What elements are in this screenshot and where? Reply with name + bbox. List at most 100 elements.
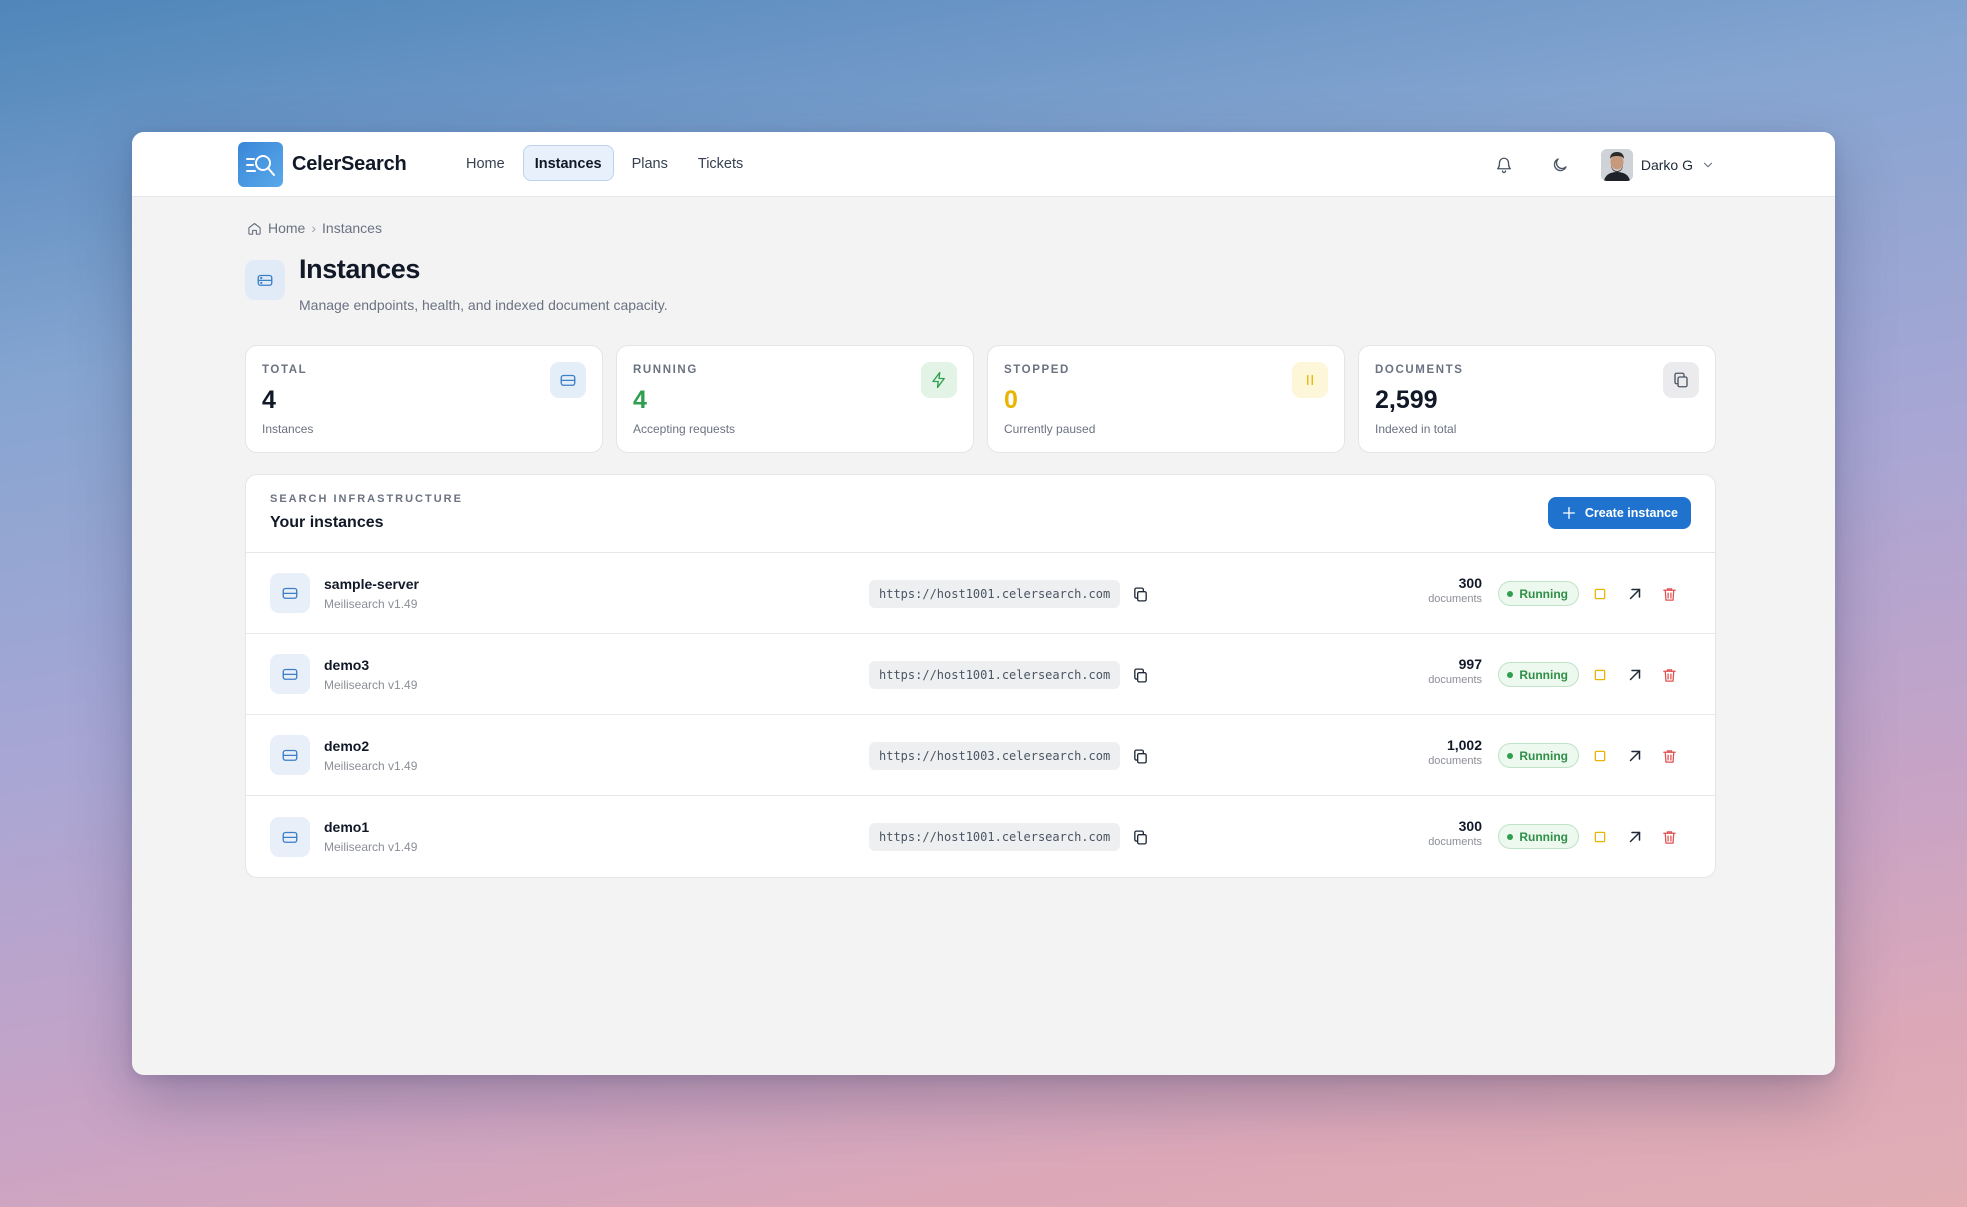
server-icon	[270, 654, 310, 694]
instances-card-header: SEARCH INFRASTRUCTURE Your instances Cre…	[246, 475, 1715, 553]
page-header: Instances Manage endpoints, health, and …	[245, 254, 1716, 313]
theme-moon-icon[interactable]	[1541, 146, 1579, 184]
stat-card-documents: DOCUMENTS 2,599 Indexed in total	[1358, 345, 1716, 453]
main-content: Home › Instances Instances Manage endpoi…	[245, 220, 1716, 878]
stats-row: TOTAL 4 Instances RUNNING 4 Accepting re…	[245, 345, 1716, 453]
nav-item-instances[interactable]: Instances	[522, 145, 614, 181]
brand[interactable]: CelerSearch	[238, 142, 407, 187]
status-label: Running	[1519, 667, 1568, 682]
card-eyebrow: SEARCH INFRASTRUCTURE	[270, 493, 463, 505]
stat-subtext: Accepting requests	[633, 422, 736, 436]
breadcrumb-separator-icon: ›	[311, 220, 317, 236]
brand-name: CelerSearch	[292, 153, 407, 175]
trash-icon[interactable]	[1658, 583, 1680, 605]
status-dot-icon	[1507, 590, 1514, 597]
status-dot-icon	[1507, 671, 1514, 678]
stop-icon[interactable]	[1589, 745, 1611, 767]
copy-endpoint-icon[interactable]	[1128, 744, 1152, 768]
create-instance-label: Create instance	[1584, 506, 1678, 520]
stat-subtext: Indexed in total	[1375, 422, 1457, 436]
stat-value: 2,599	[1375, 386, 1438, 414]
top-navbar: CelerSearch Home Instances Plans Tickets	[132, 132, 1835, 197]
document-count-value: 300	[1458, 575, 1482, 591]
open-external-arrow-icon[interactable]	[1624, 826, 1646, 848]
user-menu[interactable]: Darko G	[1600, 149, 1715, 181]
header-actions: Darko G	[1485, 146, 1715, 184]
stat-subtext: Instances	[262, 422, 314, 436]
nav-item-home[interactable]: Home	[454, 145, 517, 181]
document-count: 1,002 documents	[1428, 737, 1482, 767]
document-count-label: documents	[1428, 593, 1482, 605]
instance-row: demo3 Meilisearch v1.49 https://host1001…	[246, 634, 1715, 715]
status-label: Running	[1519, 748, 1568, 763]
instance-version: Meilisearch v1.49	[324, 678, 418, 692]
stat-label: TOTAL	[262, 364, 308, 376]
stat-label: STOPPED	[1004, 364, 1070, 376]
instance-endpoint[interactable]: https://host1001.celersearch.com	[869, 661, 1120, 689]
instance-endpoint[interactable]: https://host1003.celersearch.com	[869, 742, 1120, 770]
notifications-bell-icon[interactable]	[1485, 146, 1523, 184]
page-title: Instances	[299, 254, 420, 284]
document-count-label: documents	[1428, 674, 1482, 686]
stat-subtext: Currently paused	[1004, 422, 1096, 436]
instance-row: sample-server Meilisearch v1.49 https://…	[246, 553, 1715, 634]
instance-row: demo2 Meilisearch v1.49 https://host1003…	[246, 715, 1715, 796]
trash-icon[interactable]	[1658, 745, 1680, 767]
stat-value: 0	[1004, 386, 1018, 414]
status-badge: Running	[1498, 743, 1579, 768]
page-subtitle: Manage endpoints, health, and indexed do…	[299, 297, 668, 313]
instance-name[interactable]: demo2	[324, 738, 369, 754]
nav-item-plans[interactable]: Plans	[620, 145, 680, 181]
copy-endpoint-icon[interactable]	[1128, 582, 1152, 606]
document-count-label: documents	[1428, 755, 1482, 767]
instance-row: demo1 Meilisearch v1.49 https://host1001…	[246, 796, 1715, 877]
stat-card-total: TOTAL 4 Instances	[245, 345, 603, 453]
copy-endpoint-icon[interactable]	[1128, 663, 1152, 687]
open-external-arrow-icon[interactable]	[1624, 745, 1646, 767]
trash-icon[interactable]	[1658, 664, 1680, 686]
document-count: 300 documents	[1428, 818, 1482, 848]
document-count-value: 997	[1458, 656, 1482, 672]
breadcrumb-home[interactable]: Home	[268, 220, 305, 236]
stat-value: 4	[633, 386, 647, 414]
home-icon	[248, 222, 261, 235]
trash-icon[interactable]	[1658, 826, 1680, 848]
status-label: Running	[1519, 586, 1568, 601]
copy-icon	[1663, 362, 1699, 398]
status-badge: Running	[1498, 824, 1579, 849]
instance-version: Meilisearch v1.49	[324, 759, 418, 773]
instance-version: Meilisearch v1.49	[324, 840, 418, 854]
server-icon	[270, 816, 310, 857]
open-external-arrow-icon[interactable]	[1624, 583, 1646, 605]
open-external-arrow-icon[interactable]	[1624, 664, 1646, 686]
stat-card-running: RUNNING 4 Accepting requests	[616, 345, 974, 453]
create-instance-button[interactable]: Create instance	[1547, 497, 1691, 529]
instance-name[interactable]: sample-server	[324, 576, 419, 592]
instance-endpoint[interactable]: https://host1001.celersearch.com	[869, 823, 1120, 851]
status-badge: Running	[1498, 581, 1579, 606]
document-count-label: documents	[1428, 836, 1482, 848]
stop-icon[interactable]	[1589, 826, 1611, 848]
instance-name[interactable]: demo3	[324, 657, 369, 673]
breadcrumb: Home › Instances	[245, 220, 1716, 236]
status-dot-icon	[1507, 752, 1514, 759]
breadcrumb-current: Instances	[322, 220, 382, 236]
avatar	[1600, 149, 1633, 181]
stop-icon[interactable]	[1589, 583, 1611, 605]
status-dot-icon	[1507, 833, 1514, 840]
status-label: Running	[1519, 829, 1568, 844]
document-count-value: 1,002	[1446, 737, 1482, 753]
copy-endpoint-icon[interactable]	[1128, 825, 1152, 849]
instances-card: SEARCH INFRASTRUCTURE Your instances Cre…	[245, 474, 1716, 878]
logo-icon	[238, 142, 283, 187]
server-icon	[270, 573, 310, 613]
user-name: Darko G	[1640, 157, 1693, 173]
instance-endpoint[interactable]: https://host1001.celersearch.com	[869, 580, 1120, 608]
stop-icon[interactable]	[1589, 664, 1611, 686]
card-title: Your instances	[270, 514, 384, 531]
instance-version: Meilisearch v1.49	[324, 597, 418, 611]
pause-icon	[1292, 362, 1328, 398]
nav-item-tickets[interactable]: Tickets	[686, 145, 755, 181]
instances-list: sample-server Meilisearch v1.49 https://…	[246, 553, 1715, 877]
instance-name[interactable]: demo1	[324, 819, 369, 835]
